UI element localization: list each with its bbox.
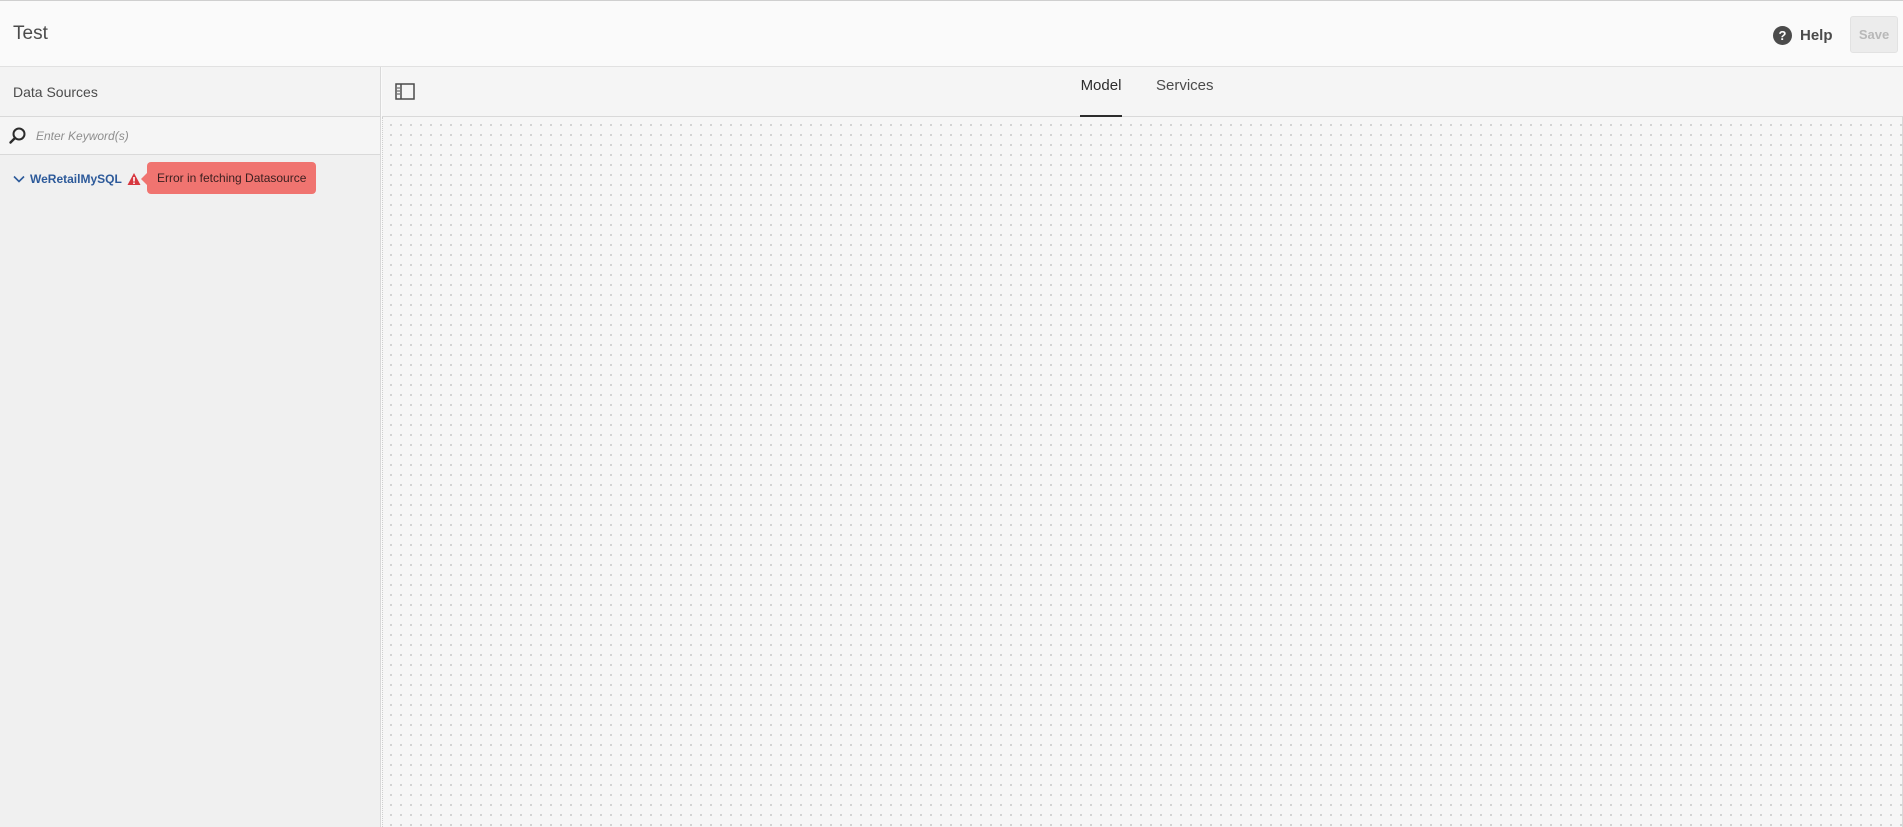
main-area: Model Services — [382, 67, 1903, 827]
help-button[interactable]: ? Help — [1773, 23, 1833, 47]
top-bar: Test ? Help Save — [0, 0, 1903, 67]
chevron-down-icon[interactable] — [12, 172, 26, 186]
tab-bar: Model Services — [382, 67, 1903, 117]
search-icon — [9, 127, 26, 144]
help-label: Help — [1800, 26, 1833, 44]
model-canvas[interactable] — [382, 117, 1903, 827]
search-bar — [0, 117, 380, 155]
datasource-name[interactable]: WeRetailMySQL — [30, 172, 122, 186]
tab-model[interactable]: Model — [1080, 77, 1122, 117]
save-button[interactable]: Save — [1850, 16, 1898, 53]
panel-title: Data Sources — [0, 67, 380, 117]
help-icon: ? — [1773, 25, 1792, 45]
search-input[interactable] — [36, 128, 356, 143]
warning-icon — [127, 173, 141, 185]
page-title: Test — [13, 23, 48, 44]
tab-services[interactable]: Services — [1156, 77, 1214, 117]
error-tooltip: Error in fetching Datasource — [140, 162, 317, 194]
datasource-item: WeRetailMySQL Error in fetching Datasour… — [0, 161, 380, 197]
panel-toggle-icon[interactable] — [395, 83, 415, 100]
data-sources-panel: Data Sources WeRetailMySQL Error in fetc… — [0, 67, 381, 827]
